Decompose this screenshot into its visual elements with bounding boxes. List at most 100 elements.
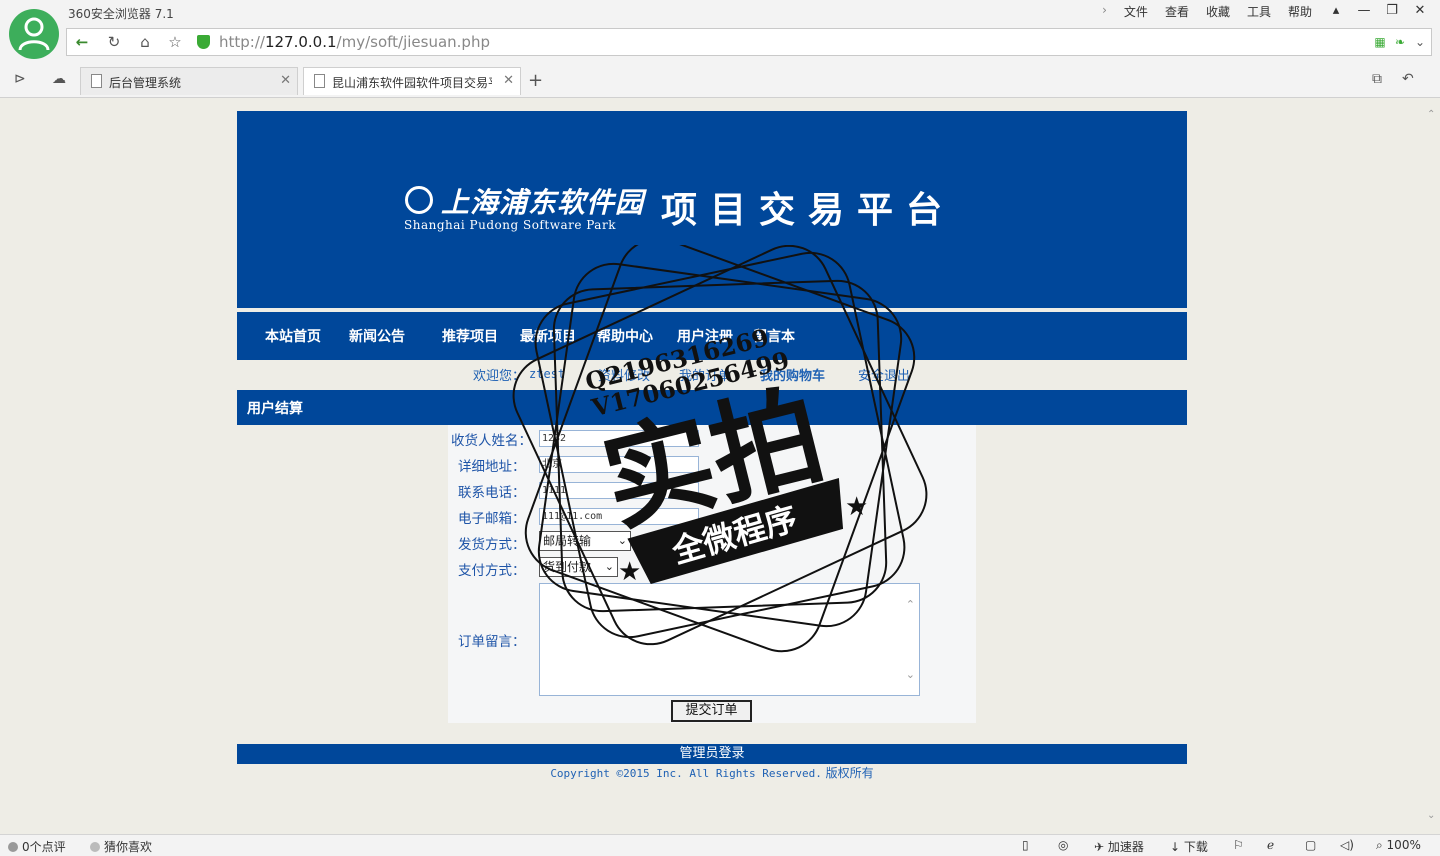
ship-label: 发货方式： — [458, 537, 526, 553]
submit-order-button[interactable]: 提交订单 — [671, 700, 752, 722]
profile-link[interactable]: 资料修改 — [598, 365, 650, 384]
menu-favorites[interactable]: 收藏 — [1206, 3, 1230, 20]
close-tab-icon[interactable]: ✕ — [503, 73, 514, 88]
nav-guestbook[interactable]: 留言本 — [753, 326, 795, 346]
flag-icon[interactable]: ⚐ — [1233, 838, 1244, 852]
menu-view[interactable]: 查看 — [1165, 3, 1189, 20]
vertical-scrollbar[interactable]: ⌃ ⌄ — [1424, 97, 1440, 833]
nav-help[interactable]: 帮助中心 — [597, 326, 653, 346]
nav-recommended[interactable]: 推荐项目 — [442, 326, 498, 346]
refresh-icon[interactable]: ↻ — [103, 32, 125, 52]
section-header: 用户结算 — [237, 390, 1187, 425]
tab-label: 后台管理系统 — [109, 76, 182, 90]
chevron-right-icon[interactable]: › — [1102, 3, 1107, 20]
pay-method-select[interactable]: 货到付款 ⌄ — [539, 557, 618, 577]
logo-english: Shanghai Pudong Software Park — [404, 218, 616, 232]
nav-register[interactable]: 用户注册 — [677, 326, 733, 346]
copyright: Copyright ©2015 Inc. All Rights Reserved… — [237, 764, 1187, 781]
my-cart-link[interactable]: 我的购物车 — [760, 365, 825, 384]
star-icon[interactable]: ☆ — [164, 32, 186, 52]
name-label: 收货人姓名： — [451, 433, 532, 449]
chevron-down-icon: ⌄ — [604, 560, 614, 573]
user-avatar-icon[interactable] — [9, 9, 59, 59]
scroll-up-icon[interactable]: ⌃ — [906, 598, 915, 611]
name-input[interactable]: 1232 — [539, 430, 699, 447]
scroll-down-icon[interactable]: ⌄ — [906, 668, 915, 681]
volume-icon[interactable]: ◁) — [1340, 838, 1354, 852]
back-arrow-icon[interactable]: ← — [71, 32, 93, 52]
phone-label: 联系电话： — [458, 485, 526, 501]
tab-strip: ⊳ ☁ 后台管理系统 ✕ 昆山浦东软件园软件项目交易平 ✕ + ⧉ ↶ — [0, 66, 1440, 96]
security-shield-icon[interactable] — [197, 35, 210, 49]
ship-method-value: 邮局转输 — [543, 534, 592, 548]
url-text[interactable]: http://127.0.0.1/my/soft/jiesuan.php — [219, 33, 490, 51]
leaf-icon[interactable]: ❧ — [1389, 32, 1411, 52]
note-label: 订单留言： — [458, 634, 526, 650]
zoom-item[interactable]: ⌕ 100% — [1376, 838, 1421, 853]
my-orders-link[interactable]: 我的订单 — [679, 365, 731, 384]
checkout-form: 收货人姓名： 1232 详细地址： 北京 联系电话： 1111 电子邮箱： 11… — [448, 425, 976, 723]
guess-label: 猜你喜欢 — [104, 840, 153, 854]
guess-icon — [90, 842, 100, 852]
menu-tools[interactable]: 工具 — [1247, 3, 1271, 20]
menu-file[interactable]: 文件 — [1124, 3, 1148, 20]
tab-label: 昆山浦东软件园软件项目交易平 — [332, 76, 492, 90]
order-note-textarea[interactable]: ⌃ ⌄ — [539, 583, 920, 696]
nav-latest[interactable]: 最新项目 — [520, 326, 576, 346]
comment-icon — [8, 842, 18, 852]
admin-login-link[interactable]: 管理员登录 — [679, 746, 744, 761]
sidebar-toggle-icon[interactable]: ⊳ — [14, 71, 26, 87]
comments-item[interactable]: 0个点评 — [8, 838, 66, 855]
scroll-down-icon[interactable]: ⌄ — [1427, 810, 1435, 821]
comments-label: 0个点评 — [22, 840, 66, 854]
ie-icon[interactable]: ℯ — [1267, 838, 1274, 852]
undo-close-icon[interactable]: ↶ — [1402, 71, 1414, 87]
tab-list-icon[interactable]: ⧉ — [1372, 71, 1382, 87]
phone-input[interactable]: 1111 — [539, 482, 699, 499]
address-bar[interactable]: ← ↻ ⌂ ☆ http://127.0.0.1/my/soft/jiesuan… — [66, 28, 1432, 56]
email-input[interactable]: 111@11.com — [539, 508, 699, 525]
pay-method-value: 货到付款 — [543, 560, 592, 574]
window-controls: ▴ — ❐ ✕ — [1324, 1, 1432, 21]
nav-home[interactable]: 本站首页 — [265, 326, 321, 346]
guess-item[interactable]: 猜你喜欢 — [90, 838, 152, 855]
section-title: 用户结算 — [247, 401, 303, 417]
download-item[interactable]: ↓ 下载 — [1170, 838, 1208, 855]
speed-icon[interactable]: ◎ — [1058, 838, 1068, 852]
download-label: 下载 — [1183, 840, 1208, 854]
menu-help[interactable]: 帮助 — [1288, 3, 1312, 20]
new-tab-button[interactable]: + — [528, 70, 543, 91]
address-input[interactable]: 北京 — [539, 456, 699, 473]
status-bar: 0个点评 猜你喜欢 ▯ ◎ ✈ 加速器 ↓ 下载 ⚐ ℯ ▢ ◁) ⌕ 100% — [0, 834, 1440, 856]
welcome-label: 欢迎您： — [473, 369, 526, 384]
browser-menu: › 文件 查看 收藏 工具 帮助 — [1102, 3, 1312, 20]
restore-button[interactable]: ❐ — [1380, 1, 1404, 21]
email-label: 电子邮箱： — [458, 511, 526, 527]
user-bar: 欢迎您： ztest 资料修改 我的订单 我的购物车 安全退出 — [237, 363, 1187, 387]
chevron-down-icon[interactable]: ⌄ — [1409, 32, 1431, 52]
address-label: 详细地址： — [458, 459, 526, 475]
minimize-button[interactable]: — — [1352, 1, 1376, 21]
main-nav: 本站首页 新闻公告 推荐项目 最新项目 帮助中心 用户注册 留言本 — [237, 312, 1187, 360]
tab-admin[interactable]: 后台管理系统 ✕ — [80, 67, 298, 95]
logo-chinese: 上海浦东软件园 — [441, 186, 645, 219]
document-icon — [91, 74, 102, 88]
window-icon[interactable]: ▢ — [1305, 838, 1316, 852]
shirt-icon[interactable]: ▴ — [1324, 1, 1348, 21]
mobile-icon[interactable]: ▯ — [1022, 838, 1029, 852]
accelerator-item[interactable]: ✈ 加速器 — [1094, 838, 1144, 855]
tab-current[interactable]: 昆山浦东软件园软件项目交易平 ✕ — [303, 67, 521, 95]
cloud-icon[interactable]: ☁ — [52, 71, 66, 87]
chevron-down-icon: ⌄ — [617, 534, 627, 547]
close-tab-icon[interactable]: ✕ — [280, 73, 291, 88]
footer-bar: 管理员登录 — [237, 744, 1187, 764]
nav-news[interactable]: 新闻公告 — [349, 326, 405, 346]
scroll-up-icon[interactable]: ⌃ — [1427, 109, 1435, 120]
close-window-button[interactable]: ✕ — [1408, 1, 1432, 21]
app-title: 360安全浏览器 7.1 — [68, 7, 174, 21]
ship-method-select[interactable]: 邮局转输 ⌄ — [539, 531, 631, 551]
logout-link[interactable]: 安全退出 — [858, 365, 910, 384]
copyright-text: Copyright ©2015 Inc. All Rights Reserved… — [550, 767, 822, 780]
qr-code-icon[interactable]: ▦ — [1369, 32, 1391, 52]
home-icon[interactable]: ⌂ — [134, 32, 156, 52]
